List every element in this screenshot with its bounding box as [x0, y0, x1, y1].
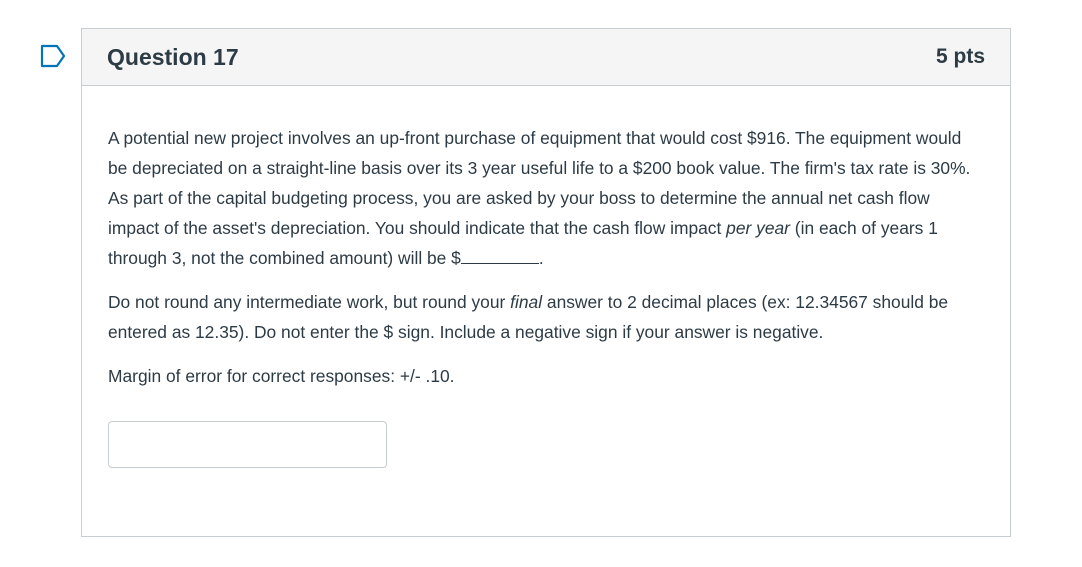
- answer-blank: [460, 244, 539, 264]
- margin-of-error: Margin of error for correct responses: +…: [108, 366, 455, 386]
- question-card: Question 17 5 pts A potential new projec…: [81, 28, 1011, 537]
- question-text-end: .: [538, 248, 544, 268]
- question-title: Question 17: [107, 43, 239, 70]
- rounding-instructions: Do not round any intermediate work, but …: [108, 287, 984, 347]
- emphasis-final: final: [510, 292, 543, 312]
- question-points: 5 pts: [935, 45, 985, 68]
- emphasis-per-year: per year: [726, 218, 790, 238]
- answer-input[interactable]: [108, 421, 387, 468]
- rounding-text: Do not round any intermediate work, but …: [108, 292, 511, 312]
- question-body: A potential new project involves an up-f…: [82, 86, 1010, 468]
- question-text-paragraph: A potential new project involves an up-f…: [108, 123, 984, 273]
- question-header: Question 17 5 pts: [82, 29, 1010, 86]
- flag-bookmark-icon[interactable]: [40, 44, 68, 68]
